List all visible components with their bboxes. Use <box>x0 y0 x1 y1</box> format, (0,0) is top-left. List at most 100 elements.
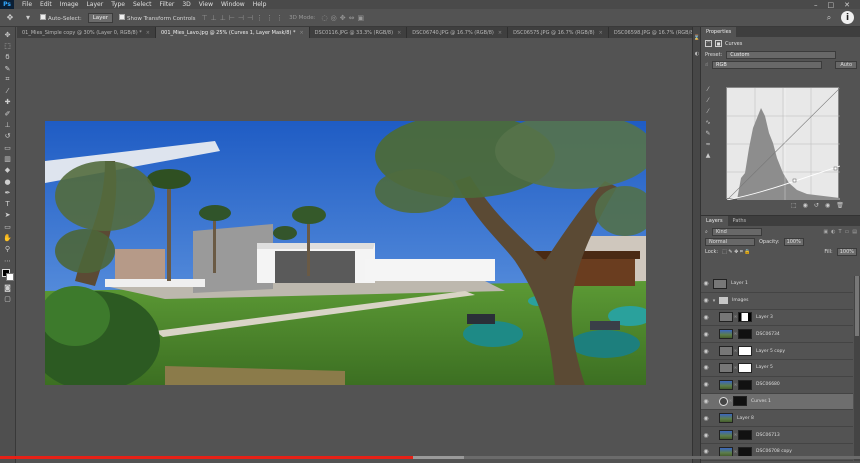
pencil-icon[interactable]: ✎ <box>703 129 713 137</box>
curve-point-icon[interactable]: ∿ <box>703 118 713 126</box>
gray-eyedropper-icon[interactable]: ⁄ <box>703 96 713 104</box>
visibility-eye-icon[interactable]: ◉ <box>701 297 711 304</box>
layer-mask-icon[interactable]: ■ <box>715 40 722 47</box>
background-color-swatch[interactable] <box>5 273 14 282</box>
minimize-icon[interactable]: – <box>814 1 818 9</box>
layer-row[interactable]: ◉ ∞ Curves 1 <box>701 393 853 411</box>
menu-item-filter[interactable]: Filter <box>156 1 179 8</box>
document-tab[interactable]: 01_Mies_Simple copy @ 30% (Layer 0, RGB/… <box>17 27 156 38</box>
adjustment-filter-icon[interactable]: ◐ <box>831 229 835 235</box>
visibility-eye-icon[interactable]: ◉ <box>701 448 711 455</box>
distribute-icon[interactable]: ⋮ <box>266 14 273 22</box>
layer-mask-thumbnail[interactable] <box>733 396 747 407</box>
auto-button[interactable]: Auto <box>835 61 857 69</box>
group-expand-icon[interactable]: ▾ <box>711 298 717 304</box>
more-tools-icon[interactable]: ⋯ <box>1 255 15 266</box>
crop-tool-icon[interactable]: ⌗ <box>1 74 15 85</box>
close-tab-icon[interactable]: × <box>397 30 401 36</box>
marquee-tool-icon[interactable]: ⬚ <box>1 40 15 51</box>
scrollbar-thumb[interactable] <box>855 276 859 336</box>
layer-row[interactable]: ◉ ∞ Layer 5 copy <box>701 343 853 360</box>
visibility-eye-icon[interactable]: ◉ <box>701 398 711 405</box>
document-canvas[interactable] <box>45 121 646 385</box>
layer-mask-thumbnail[interactable] <box>738 379 752 390</box>
delete-icon[interactable]: 🗑 <box>836 202 844 209</box>
layer-mask-thumbnail[interactable] <box>738 346 752 357</box>
gradient-tool-icon[interactable]: ▥ <box>1 153 15 164</box>
visibility-eye-icon[interactable]: ◉ <box>701 364 711 371</box>
type-tool-icon[interactable]: T <box>1 198 15 209</box>
layer-thumbnail[interactable] <box>719 346 733 357</box>
align-bottom-icon[interactable]: ⊥ <box>220 14 226 22</box>
pixel-filter-icon[interactable]: ▣ <box>823 229 828 235</box>
layer-row[interactable]: ◉ ∞ DSC06713 <box>701 427 853 444</box>
curves-graph[interactable] <box>726 87 841 201</box>
layers-scrollbar[interactable] <box>854 276 860 461</box>
close-tab-icon[interactable]: × <box>146 30 150 36</box>
shape-filter-icon[interactable]: ▭ <box>845 229 850 235</box>
smart-filter-icon[interactable]: ▤ <box>852 229 857 235</box>
layer-thumbnail[interactable] <box>719 329 733 340</box>
layer-thumbnail[interactable] <box>719 312 733 323</box>
layer-thumbnail[interactable] <box>713 278 727 289</box>
reset-icon[interactable]: ↺ <box>814 202 819 209</box>
visibility-eye-icon[interactable]: ◉ <box>701 432 711 439</box>
align-center-icon[interactable]: ⊣ <box>238 14 244 22</box>
menu-item-select[interactable]: Select <box>129 1 156 8</box>
blur-tool-icon[interactable]: ◆ <box>1 165 15 176</box>
align-left-icon[interactable]: ⊢ <box>229 14 235 22</box>
document-tab[interactable]: DSC0116.JPG @ 33.3% (RGB/8) × <box>310 27 408 38</box>
layer-thumbnail[interactable] <box>719 413 733 424</box>
tab-layers[interactable]: Layers <box>701 216 728 226</box>
history-brush-icon[interactable]: ↺ <box>1 131 15 142</box>
fill-input[interactable]: 100% <box>836 248 857 256</box>
close-tab-icon[interactable]: × <box>498 30 502 36</box>
menu-item-image[interactable]: Image <box>56 1 83 8</box>
layer-row[interactable]: ◉ ∞ DSC06734 <box>701 326 853 344</box>
visibility-icon[interactable]: ◉ <box>825 202 830 209</box>
tab-paths[interactable]: Paths <box>728 216 752 226</box>
black-eyedropper-icon[interactable]: ⁄ <box>703 85 713 93</box>
distribute-icon[interactable]: ⋮ <box>256 14 263 22</box>
pen-tool-icon[interactable]: ✒ <box>1 187 15 198</box>
layer-row[interactable]: ◉ Layer 8 <box>701 410 853 428</box>
path-select-icon[interactable]: ➤ <box>1 210 15 221</box>
quick-mask-icon[interactable]: ◙ <box>1 282 15 293</box>
target-adjust-icon[interactable]: ☝ <box>705 62 708 68</box>
3d-slide-icon[interactable]: ⇔ <box>349 14 355 22</box>
auto-select-checkbox[interactable]: Auto-Select: <box>40 13 82 22</box>
white-eyedropper-icon[interactable]: ⁄ <box>703 107 713 115</box>
menu-item-edit[interactable]: Edit <box>36 1 56 8</box>
visibility-eye-icon[interactable]: ◉ <box>701 331 711 338</box>
zoom-tool-icon[interactable]: ⚲ <box>1 244 15 255</box>
shape-tool-icon[interactable]: ▭ <box>1 221 15 232</box>
menu-item-type[interactable]: Type <box>107 1 129 8</box>
maximize-icon[interactable]: □ <box>828 1 835 9</box>
layer-thumbnail[interactable] <box>719 396 728 406</box>
dodge-tool-icon[interactable]: ● <box>1 176 15 187</box>
menu-item-view[interactable]: View <box>195 1 217 8</box>
show-transform-checkbox[interactable]: Show Transform Controls <box>119 13 195 22</box>
menu-item-layer[interactable]: Layer <box>82 1 107 8</box>
align-top-icon[interactable]: ⊤ <box>201 14 207 22</box>
clone-stamp-icon[interactable]: ⊥ <box>1 119 15 130</box>
3d-rotate-icon[interactable]: ◌ <box>321 14 327 22</box>
tab-properties[interactable]: Properties <box>701 27 737 37</box>
document-tab[interactable]: 001_Mies_Lavo.jpg @ 25% (Curves 1, Layer… <box>155 27 310 38</box>
menu-item-window[interactable]: Window <box>217 1 249 8</box>
close-tab-icon[interactable]: × <box>299 30 303 36</box>
clip-to-layer-icon[interactable]: ⬚ <box>791 202 797 209</box>
tool-preset-dropdown-icon[interactable]: ▾ <box>22 13 34 23</box>
align-right-icon[interactable]: ⊣ <box>247 14 253 22</box>
eraser-tool-icon[interactable]: ▭ <box>1 142 15 153</box>
healing-brush-icon[interactable]: ✚ <box>1 97 15 108</box>
visibility-eye-icon[interactable]: ◉ <box>701 381 711 388</box>
visibility-eye-icon[interactable]: ◉ <box>701 348 711 355</box>
channel-dropdown[interactable]: RGB <box>712 61 823 69</box>
distribute-icon[interactable]: ⋮ <box>276 14 283 22</box>
menu-item-file[interactable]: File <box>18 1 36 8</box>
3d-roll-icon[interactable]: ◎ <box>331 14 337 22</box>
layer-mask-thumbnail[interactable] <box>738 362 752 373</box>
visibility-eye-icon[interactable]: ◉ <box>701 280 711 287</box>
layer-row[interactable]: ◉ ∞ Layer 5 <box>701 360 853 377</box>
